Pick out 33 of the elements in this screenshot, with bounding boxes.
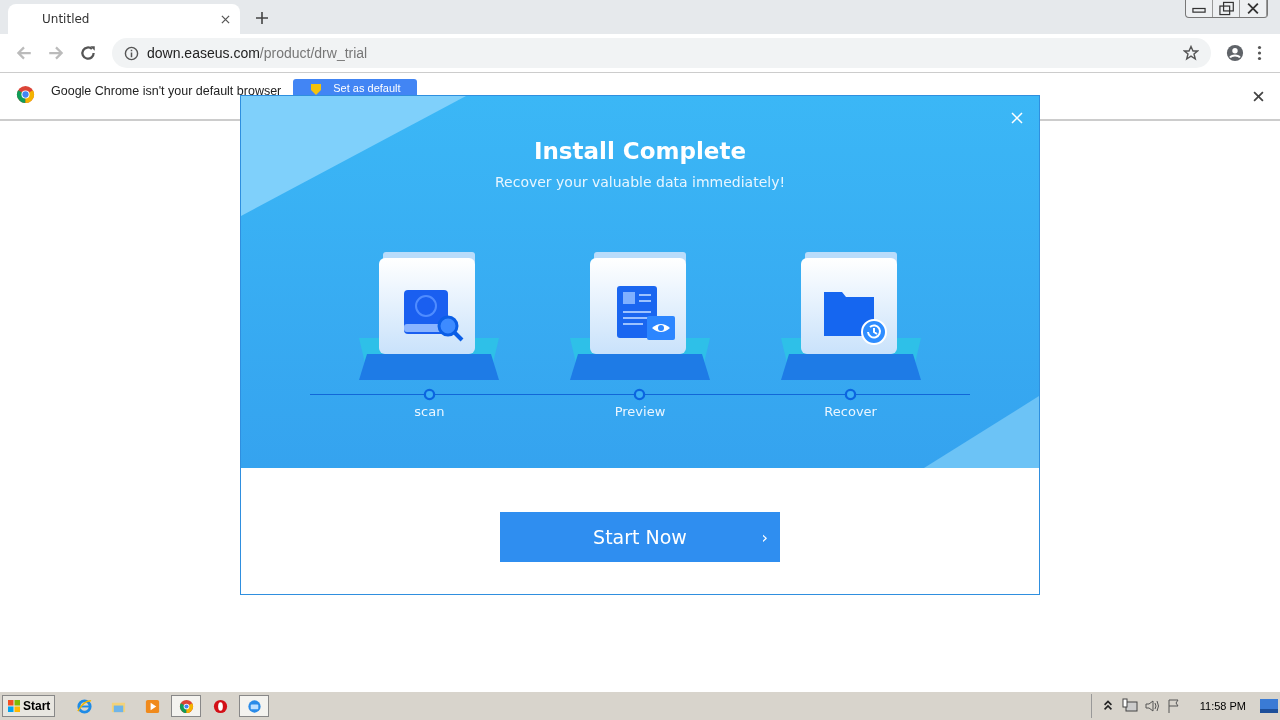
installer-icon	[245, 697, 263, 715]
browser-tab[interactable]: Untitled	[8, 4, 240, 34]
close-icon[interactable]	[221, 14, 230, 24]
step-label: Preview	[614, 404, 666, 419]
window-controls[interactable]	[1185, 0, 1268, 18]
url-text: down.easeus.com/product/drw_trial	[147, 45, 368, 61]
taskbar-button[interactable]	[171, 695, 202, 717]
chrome-icon	[177, 697, 195, 715]
flag-icon[interactable]	[1165, 698, 1182, 714]
step-label: scan	[414, 404, 445, 419]
address-bar[interactable]: down.easeus.com/product/drw_trial	[112, 38, 1211, 68]
clock[interactable]: 11:58 PM	[1199, 700, 1246, 712]
taskbar-button[interactable]	[239, 695, 270, 717]
windows-logo-icon	[7, 699, 21, 713]
info-icon	[124, 45, 139, 61]
media-player-icon	[143, 697, 161, 715]
new-tab-icon[interactable]	[256, 12, 268, 24]
infobar-message: Google Chrome isn't your default browser	[51, 84, 282, 98]
menu-icon[interactable]	[1257, 45, 1262, 61]
step-label: Recover	[824, 404, 877, 419]
star-icon[interactable]	[1183, 45, 1199, 61]
close-icon[interactable]	[1253, 91, 1264, 102]
network-icon[interactable]	[1121, 698, 1138, 714]
account-icon[interactable]	[1226, 44, 1244, 62]
dialog-title: Install Complete	[533, 138, 747, 164]
reload-icon[interactable]	[79, 44, 97, 62]
dialog-subtitle: Recover your valuable data immediately!	[494, 174, 786, 190]
tab-title: Untitled	[42, 12, 91, 26]
chrome-logo-icon	[16, 85, 35, 104]
speaker-icon[interactable]	[1143, 698, 1160, 714]
internet-explorer-icon	[75, 697, 93, 715]
opera-icon	[211, 697, 229, 715]
start-button[interactable]: Start	[2, 695, 56, 717]
